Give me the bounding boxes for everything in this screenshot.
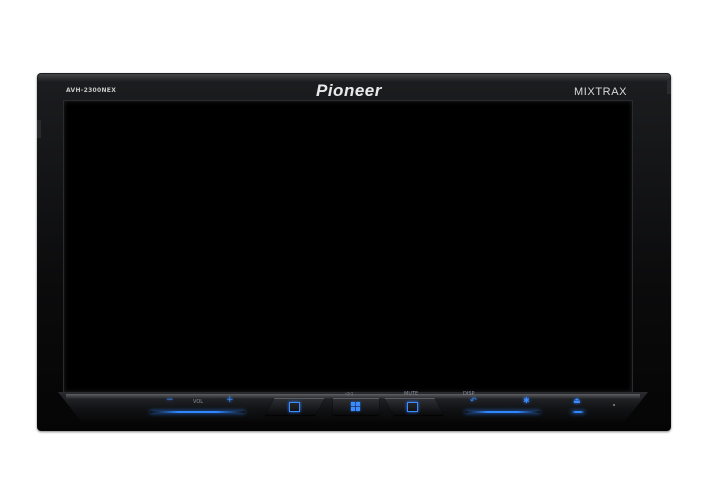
screen-icon [407,402,418,412]
model-number: AVH-2300NEX [66,87,117,94]
mute-label: MUTE [404,391,419,397]
track-rocker-glow [465,411,540,413]
product-image: AVH-2300NEX Pioneer MIXTRAX − VOL + ◁◁ M… [0,0,708,482]
back-arrow-icon[interactable]: ↶ [470,396,477,405]
touchscreen[interactable] [63,100,633,393]
source-icon [289,402,300,412]
volume-rocker-glow [150,411,245,413]
right-side-tab [667,80,671,94]
mixtrax-badge: MIXTRAX [574,86,628,98]
eject-icon[interactable]: ⏏ [573,396,581,405]
eject-glow [571,411,585,413]
disp-label: DISP [463,391,475,397]
volume-up-button[interactable]: + [226,396,234,405]
left-side-tab [37,120,41,138]
mute-indicator-icon: ◁◁ [345,391,353,397]
volume-label: VOL [193,399,204,405]
volume-down-button[interactable]: − [166,396,174,405]
bluetooth-icon[interactable]: ✱ [523,396,530,405]
brand-logo: Pioneer [316,81,382,100]
home-grid-icon [351,402,360,411]
status-led [613,404,615,406]
